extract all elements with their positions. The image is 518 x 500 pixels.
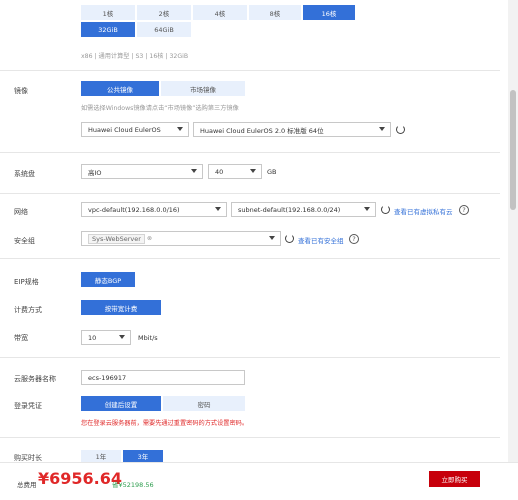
server-name-label: 云服务器名称 — [14, 375, 56, 383]
scrollbar-thumb[interactable] — [510, 90, 516, 210]
billing-label: 计费方式 — [14, 306, 42, 314]
vpc-value: vpc-default(192.168.0.0/16) — [88, 205, 180, 214]
subnet-value: subnet-default(192.168.0.0/24) — [238, 205, 341, 214]
billing-bandwidth-option[interactable]: 按带宽计费 — [81, 300, 161, 315]
chevron-down-icon — [119, 335, 125, 339]
disk-type-value: 高IO — [88, 168, 102, 177]
chevron-down-icon — [191, 169, 197, 173]
scrollbar-track[interactable] — [508, 0, 518, 462]
os-select[interactable]: Huawei Cloud EulerOS — [81, 122, 189, 137]
image-hint: 如需选择Windows镜像请点击“市场镜像”选购第三方镜像 — [81, 105, 239, 112]
chevron-down-icon — [379, 127, 385, 131]
server-name-value: ecs-196917 — [88, 373, 127, 382]
eip-bgp-option[interactable]: 静态BGP — [81, 272, 135, 287]
chevron-down-icon — [269, 236, 275, 240]
divider — [0, 258, 500, 259]
os-version-select[interactable]: Huawei Cloud EulerOS 2.0 标准版 64位 — [193, 122, 391, 137]
network-label: 网络 — [14, 208, 28, 216]
mem-option-64[interactable]: 64GiB — [137, 22, 191, 37]
refresh-icon[interactable] — [381, 205, 390, 214]
image-label: 镜像 — [14, 87, 28, 95]
disk-type-select[interactable]: 高IO — [81, 164, 203, 179]
refresh-icon[interactable] — [396, 125, 405, 134]
security-group-select[interactable]: Sys-WebServer ⊗ — [81, 231, 281, 246]
cpu-option-16[interactable]: 16核 — [303, 5, 355, 20]
duration-3-year[interactable]: 3年 — [123, 450, 163, 462]
cpu-option-8[interactable]: 8核 — [249, 5, 301, 20]
divider — [0, 437, 500, 438]
help-icon[interactable]: ? — [459, 205, 469, 215]
chevron-down-icon — [364, 207, 370, 211]
chevron-down-icon — [177, 127, 183, 131]
duration-1-year[interactable]: 1年 — [81, 450, 121, 462]
chevron-down-icon — [215, 207, 221, 211]
os-select-value: Huawei Cloud EulerOS — [88, 125, 161, 134]
login-label: 登录凭证 — [14, 402, 42, 410]
divider — [0, 70, 500, 71]
subnet-select[interactable]: subnet-default(192.168.0.0/24) — [231, 202, 376, 217]
view-security-group-link[interactable]: 查看已有安全组 — [298, 235, 344, 245]
security-label: 安全组 — [14, 237, 35, 245]
login-warning: 您在登录云服务器前，需要先通过重置密码的方式设置密码。 — [81, 420, 249, 427]
server-name-input[interactable]: ecs-196917 — [81, 370, 245, 385]
tab-public-image[interactable]: 公共镜像 — [81, 81, 159, 96]
bandwidth-value: 10 — [88, 333, 97, 342]
disk-label: 系统盘 — [14, 170, 35, 178]
divider — [0, 357, 500, 358]
disk-size-input[interactable]: 40 — [208, 164, 262, 179]
eip-label: EIP规格 — [14, 278, 39, 286]
divider — [0, 193, 500, 194]
saving-text: 省¥52198.56 — [112, 481, 154, 489]
divider — [0, 152, 500, 153]
os-version-value: Huawei Cloud EulerOS 2.0 标准版 64位 — [200, 126, 324, 135]
bandwidth-label: 带宽 — [14, 334, 28, 342]
cpu-option-2[interactable]: 2核 — [137, 5, 191, 20]
bandwidth-unit: Mbit/s — [138, 334, 158, 342]
help-icon[interactable]: ? — [349, 234, 359, 244]
cpu-option-1[interactable]: 1核 — [81, 5, 135, 20]
tab-market-image[interactable]: 市场镜像 — [161, 81, 245, 96]
buy-now-button[interactable]: 立即购买 — [429, 471, 480, 487]
close-icon[interactable]: ⊗ — [147, 235, 152, 242]
refresh-icon[interactable] — [285, 234, 294, 243]
mem-option-32[interactable]: 32GiB — [81, 22, 135, 37]
view-vpc-link[interactable]: 查看已有虚拟私有云 — [394, 206, 453, 216]
disk-size-value: 40 — [215, 167, 224, 176]
tab-password[interactable]: 密码 — [163, 396, 245, 411]
vpc-select[interactable]: vpc-default(192.168.0.0/16) — [81, 202, 227, 217]
cpu-option-4[interactable]: 4核 — [193, 5, 247, 20]
bandwidth-select[interactable]: 10 — [81, 330, 131, 345]
chevron-down-icon — [250, 169, 256, 173]
disk-unit: GB — [267, 168, 277, 176]
tab-set-after-create[interactable]: 创建后设置 — [81, 396, 161, 411]
flavor-summary: x86 | 通用计算型 | S3 | 16核 | 32GiB — [81, 53, 189, 60]
total-price: ¥6956.64 — [38, 469, 123, 488]
total-label: 总费用 — [17, 481, 37, 489]
security-tag: Sys-WebServer — [88, 233, 145, 244]
